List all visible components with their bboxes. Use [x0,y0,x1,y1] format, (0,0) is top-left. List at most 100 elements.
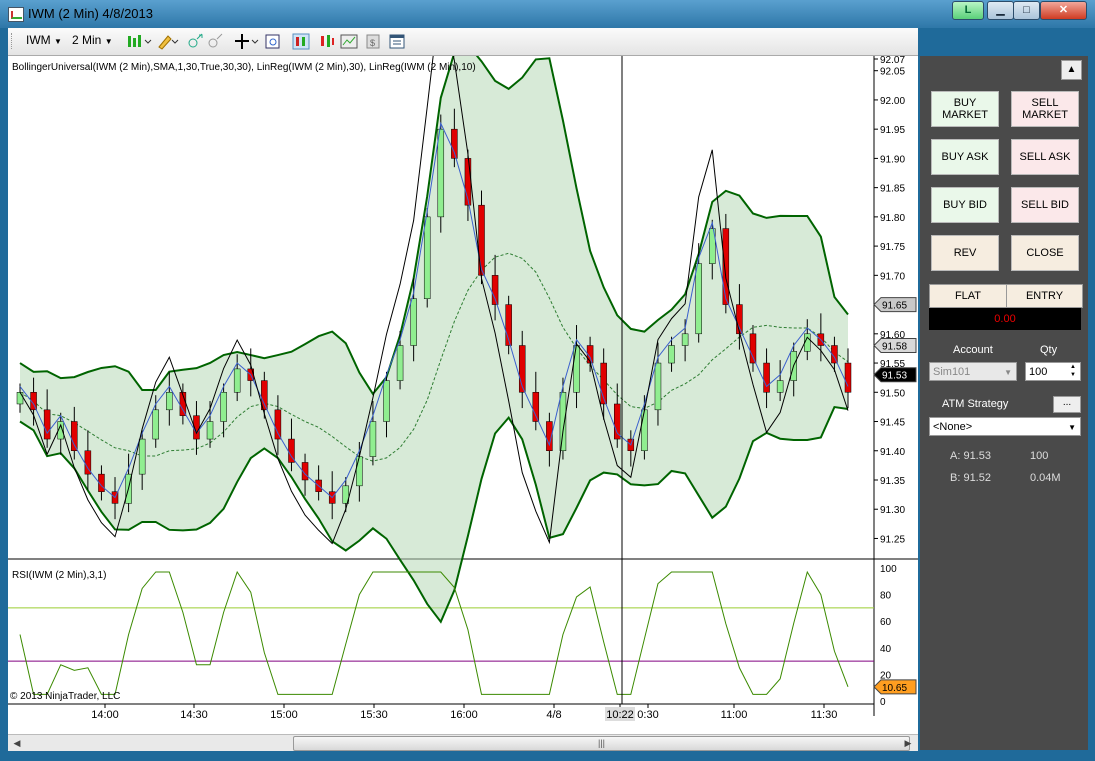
drawing-tool-pencil-icon[interactable] [156,33,180,50]
collapse-panel-button[interactable]: ▲ [1061,60,1082,80]
quantity-stepper[interactable]: 100 ▲ ▼ [1025,362,1081,381]
candle-body[interactable] [641,409,648,452]
time-tick-label: 11:30 [811,709,838,721]
candle-body[interactable] [668,345,675,364]
price-tick-label: 91.40 [880,447,905,458]
atm-strategy-properties-button[interactable]: ... [1053,396,1081,413]
candle-body[interactable] [16,392,24,405]
buy-bid-button[interactable]: BUY BID [931,187,999,223]
qty-label: Qty [1040,344,1058,356]
close-window-button[interactable]: ✕ [1040,1,1087,20]
atm-strategy-select[interactable]: <None> ▼ [929,417,1081,436]
indicators-icon[interactable] [318,33,336,50]
data-box-icon[interactable] [264,33,282,50]
candle-body[interactable] [681,333,689,346]
candle-body[interactable] [423,216,431,299]
ask-price: A: 91.53 [950,450,991,462]
price-tick-label: 91.50 [880,388,905,399]
price-chart[interactable]: 92.0792.05 92.00 91.95 91.90 91.85 91.80 91.75… [8,0,918,734]
time-tick-label: 11:00 [721,709,748,721]
candle-body[interactable] [396,345,404,381]
candle-body[interactable] [138,438,146,475]
rsi-tick-label: 60 [880,617,892,628]
chart-panel[interactable]: 92.07 92.05 92.00 91.95 91.90 91.85 91.80 91.75… [8,0,918,734]
candle-body[interactable] [573,345,580,393]
last-price-flag-label: 91.53 [882,371,907,382]
candle-body[interactable] [722,228,730,305]
candle-body[interactable] [274,409,282,440]
candle-body[interactable] [478,204,485,276]
quantity-value: 100 [1029,366,1048,378]
copyright-label: © 2013 NinjaTrader, LLC [10,691,120,702]
zoom-in-icon[interactable] [186,33,204,50]
rsi-tick-label: 100 [880,564,897,575]
scroll-left-arrow[interactable]: ◀ [10,736,24,750]
candle-body[interactable] [749,333,757,364]
close-position-button[interactable]: CLOSE [1011,235,1079,271]
price-tick-label: 91.80 [880,213,905,224]
candle-body[interactable] [383,380,390,422]
minimize-button[interactable]: ▁ [987,1,1014,20]
candle-body[interactable] [695,263,702,335]
toolbar-grip[interactable] [11,33,14,49]
candle-body[interactable] [220,392,227,422]
time-tick-label: 16:00 [450,709,478,721]
maximize-button[interactable]: □ [1013,1,1040,20]
candle-body[interactable] [71,421,78,452]
candle-body[interactable] [166,392,173,411]
time-tick-label: 4/8 [546,709,561,721]
candle-body[interactable] [559,392,567,452]
strategies-icon[interactable] [340,33,358,50]
candle-body[interactable] [206,421,214,440]
candle-body[interactable] [763,362,770,393]
buy-market-button[interactable]: BUY MARKET [931,91,999,127]
candle-body[interactable] [410,298,417,346]
interval-selector[interactable]: 2 Min ▼ [72,33,113,47]
candle-body[interactable] [844,362,852,393]
candle-body[interactable] [369,421,377,457]
bar-type-icon[interactable] [126,33,154,50]
account-label: Account [953,344,993,356]
stepper-arrows-icon[interactable]: ▲ ▼ [1067,363,1079,379]
mid-band-flag-label: 91.58 [882,342,907,353]
candle-body[interactable] [233,368,241,393]
candle-body[interactable] [654,362,662,411]
chart-trader-icon[interactable] [292,33,310,50]
sell-ask-button[interactable]: SELL ASK [1011,139,1079,175]
sell-market-button[interactable]: SELL MARKET [1011,91,1079,127]
instrument-value: IWM [26,33,51,47]
chart-toolbar: IWM ▼ 2 Min ▼ $ [8,28,918,56]
price-tick-label: 91.70 [880,271,905,282]
flat-button[interactable]: FLAT [929,284,1007,308]
candle-body[interactable] [532,392,540,422]
zoom-out-icon[interactable] [206,33,224,50]
crosshair-icon[interactable] [234,33,260,50]
candle-body[interactable] [356,456,363,487]
entry-button[interactable]: ENTRY [1006,284,1083,308]
time-tick-label: 14:00 [91,709,119,721]
sell-bid-button[interactable]: SELL BID [1011,187,1079,223]
instrument-selector[interactable]: IWM ▼ [26,33,62,47]
interval-value: 2 Min [72,33,102,47]
link-button[interactable]: L [952,1,984,20]
candle-body[interactable] [736,304,743,335]
price-tick-label: 91.95 [880,125,905,136]
templates-icon[interactable]: $ [364,33,382,50]
buy-ask-button[interactable]: BUY ASK [931,139,999,175]
scroll-right-arrow[interactable]: ▶ [901,736,915,750]
chevron-down-icon: ▼ [104,37,113,46]
account-select[interactable]: Sim101 ▼ [929,362,1017,381]
scrollbar-thumb[interactable]: ||| [293,736,910,751]
time-tick-label: 14:30 [180,709,208,721]
candle-body[interactable] [776,380,784,393]
time-tick-label: 15:00 [270,709,298,721]
price-tick-label: 91.35 [880,476,905,487]
horizontal-scrollbar[interactable]: ◀ ||| ▶ [8,734,918,751]
reverse-button[interactable]: REV [931,235,999,271]
price-tick-label: 91.45 [880,418,905,429]
properties-icon[interactable] [388,33,406,50]
svg-text:$: $ [370,38,375,48]
candle-body[interactable] [152,409,159,440]
candle-body[interactable] [43,409,51,440]
candle-body[interactable] [437,128,445,218]
